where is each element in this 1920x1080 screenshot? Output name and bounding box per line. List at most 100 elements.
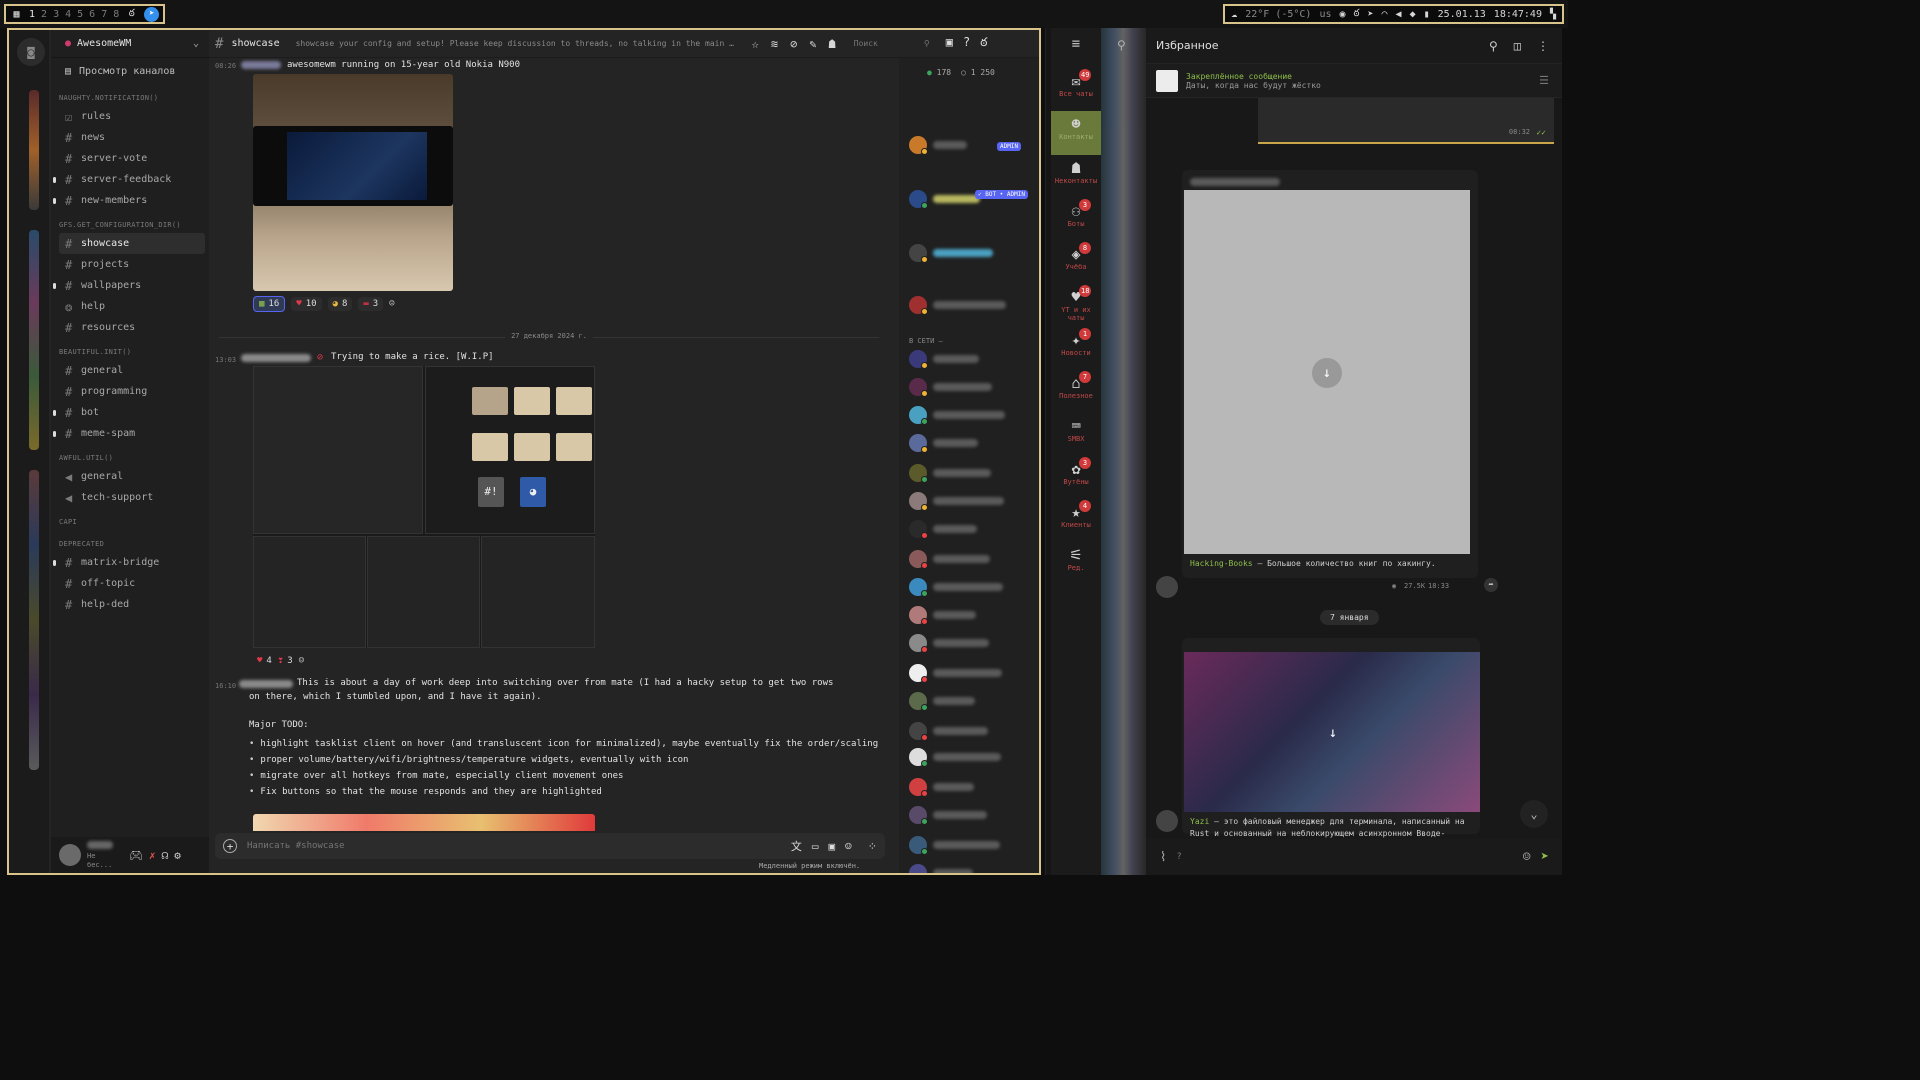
- member-item[interactable]: [909, 244, 993, 263]
- member-item[interactable]: [909, 520, 977, 539]
- folder-contacts[interactable]: ☻ Контакты: [1051, 111, 1101, 155]
- pinned-list-icon[interactable]: ☰: [1539, 74, 1549, 87]
- post-channel-name[interactable]: Hacking-Books: [1190, 559, 1253, 568]
- gear-icon[interactable]: ⚙: [174, 849, 181, 862]
- channel-item[interactable]: # programming: [59, 381, 205, 402]
- gif-icon[interactable]: ▭: [812, 840, 819, 853]
- folder-useful[interactable]: ⌂ 7 Полезное: [1051, 370, 1101, 414]
- member-item[interactable]: [909, 378, 992, 397]
- member-item[interactable]: [909, 296, 1006, 315]
- reaction[interactable]: ▦ 16: [253, 296, 286, 312]
- member-item[interactable]: [909, 550, 990, 569]
- member-item[interactable]: [909, 606, 976, 625]
- forward-icon[interactable]: ➦: [1484, 578, 1498, 592]
- member-item[interactable]: [909, 350, 979, 369]
- more-icon[interactable]: ⋮: [1537, 39, 1549, 53]
- post-image[interactable]: ↓: [1184, 652, 1480, 812]
- member-item[interactable]: [909, 722, 988, 741]
- gallery-image[interactable]: [481, 536, 595, 648]
- member-item[interactable]: [909, 692, 975, 711]
- download-icon[interactable]: ↓: [1312, 358, 1342, 388]
- discord-task-icon[interactable]: ఠ: [125, 8, 138, 21]
- folder-gamepad[interactable]: ⌨ SMBX: [1051, 413, 1101, 457]
- folder-study[interactable]: ◈ 8 Учёба: [1051, 241, 1101, 285]
- scroll-down-icon[interactable]: ⌄: [1520, 800, 1548, 828]
- translate-icon[interactable]: 文: [791, 838, 802, 854]
- channel-item[interactable]: # server-vote: [59, 148, 205, 169]
- avatar[interactable]: [1156, 810, 1178, 832]
- member-item[interactable]: [909, 748, 1001, 767]
- gallery-image[interactable]: [253, 366, 423, 534]
- pinned-message[interactable]: Закреплённое сообщение Даты, когда нас б…: [1146, 64, 1562, 98]
- member-item[interactable]: [909, 634, 989, 653]
- workspace-1[interactable]: 1: [29, 9, 35, 20]
- mic-muted-icon[interactable]: ✗: [149, 849, 156, 862]
- sidebar-toggle-icon[interactable]: ◫: [1514, 39, 1521, 53]
- browse-channels[interactable]: ▤ Просмотр каналов: [51, 58, 209, 84]
- add-reaction-icon[interactable]: ☺: [299, 656, 304, 666]
- member-item[interactable]: [909, 864, 973, 873]
- folder-cat[interactable]: ✿ 3 Вутёны: [1051, 456, 1101, 500]
- channel-item[interactable]: ☑ rules: [59, 106, 205, 127]
- channel-item[interactable]: ❂ help: [59, 296, 205, 317]
- member-item[interactable]: [909, 434, 978, 453]
- telegram-task-icon[interactable]: ➤: [144, 6, 160, 22]
- server-icons-blurred[interactable]: [29, 90, 39, 210]
- layout-icon[interactable]: ▚: [1550, 9, 1556, 20]
- member-item[interactable]: [909, 664, 1002, 683]
- avatar[interactable]: [59, 844, 81, 866]
- workspace-7[interactable]: 7: [101, 9, 107, 20]
- help-icon[interactable]: ?: [963, 35, 970, 52]
- emoji-icon[interactable]: ☺: [845, 840, 852, 853]
- wifi-icon[interactable]: ◠: [1382, 9, 1388, 20]
- channel-item[interactable]: # bot: [53, 402, 205, 423]
- channel-item[interactable]: # projects: [59, 254, 205, 275]
- folder-edit[interactable]: ⚟ Ред.: [1051, 542, 1101, 586]
- channel-item[interactable]: # help-ded: [59, 594, 205, 615]
- tray-icon[interactable]: ◉: [1340, 9, 1346, 20]
- member-item[interactable]: [909, 578, 1003, 597]
- add-attachment-icon[interactable]: +: [223, 839, 237, 853]
- member-item[interactable]: [909, 492, 1004, 511]
- reaction[interactable]: ▬ 3: [358, 297, 384, 311]
- channel-item[interactable]: # meme-spam: [53, 423, 205, 444]
- apps-icon[interactable]: ⁘: [868, 840, 877, 853]
- reaction[interactable]: ♥ 4: [257, 656, 272, 666]
- post-image[interactable]: ↓: [1184, 190, 1470, 554]
- menu-icon[interactable]: ≡: [1051, 36, 1101, 52]
- workspace-4[interactable]: 4: [65, 9, 71, 20]
- headphones-icon[interactable]: ☊: [162, 849, 169, 862]
- member-list-icon[interactable]: ☗: [829, 37, 836, 51]
- notifications-off-icon[interactable]: ⊘: [790, 37, 797, 51]
- category-header[interactable]: BEAUTIFUL.INIT(): [51, 338, 209, 360]
- channel-item[interactable]: # new-members: [53, 190, 205, 211]
- shield-icon[interactable]: ◆: [1410, 9, 1416, 20]
- search-icon[interactable]: ⚲: [1117, 38, 1126, 52]
- channel-item[interactable]: # news: [59, 127, 205, 148]
- category-header[interactable]: CAPI: [51, 508, 209, 530]
- folder-chats[interactable]: ✉ 49 Все чаты: [1051, 68, 1101, 112]
- category-header[interactable]: GFS.GET_CONFIGURATION_DIR(): [51, 211, 209, 233]
- reaction[interactable]: ❣ 3: [278, 656, 293, 666]
- member-item[interactable]: [909, 836, 1000, 855]
- workspace-6[interactable]: 6: [89, 9, 95, 20]
- launcher-icon[interactable]: ▦: [10, 8, 23, 21]
- workspace-2[interactable]: 2: [41, 9, 47, 20]
- avatar[interactable]: [1156, 576, 1178, 598]
- nokia-photo[interactable]: [253, 74, 453, 291]
- folder-bot[interactable]: ⚇ 3 Боты: [1051, 198, 1101, 242]
- workspace-8[interactable]: 8: [113, 9, 119, 20]
- gamepad-icon[interactable]: 🎮︎: [129, 849, 143, 862]
- inbox-icon[interactable]: ▣: [946, 35, 953, 52]
- member-item[interactable]: [909, 806, 987, 825]
- channel-topic[interactable]: showcase your config and setup! Please k…: [296, 39, 736, 48]
- steam-icon[interactable]: ఠ: [1354, 7, 1360, 21]
- volume-icon[interactable]: ◀: [1396, 9, 1402, 20]
- folder-yt[interactable]: ♥ 18 YT и их чаты: [1051, 284, 1101, 328]
- telegram-message-input[interactable]: [1176, 852, 1513, 862]
- channel-item[interactable]: # general: [59, 360, 205, 381]
- workspace-5[interactable]: 5: [77, 9, 83, 20]
- message-input[interactable]: [247, 841, 781, 851]
- search-box[interactable]: Поиск ⚲: [852, 35, 932, 53]
- discord-home-icon[interactable]: ◙: [17, 38, 45, 66]
